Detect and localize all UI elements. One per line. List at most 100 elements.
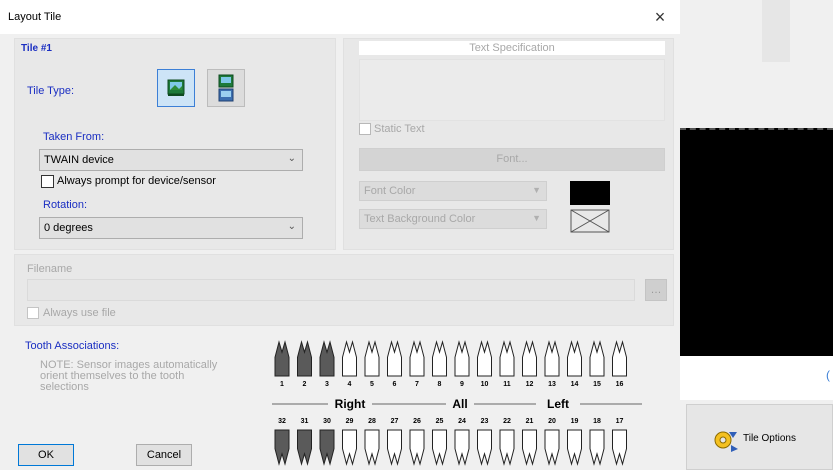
tooth-31[interactable] [297,429,312,466]
always-prompt-checkbox[interactable] [41,175,54,188]
chevron-down-icon: ⌄ [287,153,296,164]
tooth-number: 31 [301,418,309,425]
tooth-27[interactable] [387,429,402,466]
tooth-number: 12 [526,381,534,388]
rotation-select[interactable]: 0 degrees ⌄ [39,217,303,239]
tooth-30[interactable] [319,429,335,466]
tooth-number: 24 [458,418,466,425]
tooth-23[interactable] [477,429,492,466]
text-specification-panel: Text Specification Static Text Font... F… [343,38,674,250]
always-use-file-checkbox[interactable] [27,307,39,319]
tooth-17[interactable] [612,429,627,466]
tooth-number: 6 [393,381,397,388]
tooth-number: 22 [503,418,511,425]
tooth-4[interactable] [342,340,357,377]
no-fill-icon [570,209,610,233]
text-specification-box [359,59,665,121]
gear-icon [714,431,738,452]
tooth-20[interactable] [544,429,560,466]
cancel-button[interactable]: Cancel [136,444,192,466]
left-selector[interactable]: Left [547,397,569,411]
text-specification-header: Text Specification [359,41,665,55]
browse-button[interactable]: … [645,279,667,301]
tooth-11[interactable] [499,340,515,377]
tooth-15[interactable] [589,340,605,377]
tooth-22[interactable] [499,429,515,466]
tooth-10[interactable] [477,340,492,377]
tooth-29[interactable] [342,429,357,466]
tooth-2[interactable] [297,340,312,377]
tooth-1[interactable] [274,340,290,377]
filename-input[interactable] [27,279,635,301]
filename-label: Filename [27,263,73,275]
rotation-label: Rotation: [43,199,88,211]
all-selector[interactable]: All [452,397,467,411]
tooth-number: 25 [436,418,444,425]
tooth-18[interactable] [589,429,605,466]
tooth-3[interactable] [319,340,335,377]
layout-tile-dialog: Layout Tile × Tile #1 Tile Type: Taken F… [0,0,680,470]
tooth-associations-title: Tooth Associations: [25,340,120,352]
font-color-swatch[interactable] [570,181,610,205]
tooth-number: 28 [368,418,376,425]
static-text-checkbox[interactable] [359,123,371,135]
tooth-6[interactable] [387,340,402,377]
chevron-down-icon: ▼ [532,213,541,223]
tooth-12[interactable] [522,340,537,377]
tooth-13[interactable] [544,340,560,377]
tooth-number: 21 [526,418,534,425]
tooth-number: 1 [280,381,284,388]
background-panel [762,0,790,62]
tooth-5[interactable] [364,340,380,377]
always-use-file-label: Always use file [43,307,116,319]
tooth-9[interactable] [454,340,470,377]
always-prompt-label: Always prompt for device/sensor [57,175,216,187]
tooth-number: 4 [348,381,352,388]
font-button[interactable]: Font... [359,148,665,171]
tooth-number: 5 [370,381,374,388]
ok-button[interactable]: OK [18,444,74,466]
taken-from-value: TWAIN device [44,154,114,166]
tile-type-label: Tile Type: [27,85,75,97]
tooth-number: 26 [413,418,421,425]
tooth-7[interactable] [409,340,425,377]
tooth-28[interactable] [364,429,380,466]
tooth-16[interactable] [612,340,627,377]
tooth-number: 16 [616,381,624,388]
tooth-25[interactable] [432,429,447,466]
tooth-24[interactable] [454,429,470,466]
static-text-label: Static Text [374,123,425,135]
right-selector[interactable]: Right [335,397,366,411]
chevron-down-icon: ▼ [532,185,541,195]
taken-from-select[interactable]: TWAIN device ⌄ [39,149,303,171]
tooth-number: 11 [503,381,511,388]
sensor-tile-button[interactable] [207,69,245,107]
tile-options-label: Tile Options [743,433,796,444]
tooth-chart: 1 2 3 4 5 6 7 8 9 10 11 12 13 14 15 16 Right All Left 32 31 3… [270,334,650,470]
image-tile-button[interactable] [157,69,195,107]
font-color-select[interactable]: Font Color ▼ [359,181,547,201]
tooth-number: 13 [548,381,556,388]
tooth-number: 15 [593,381,601,388]
tooth-number: 32 [278,418,286,425]
tile-panel: Tile #1 Tile Type: Taken From: TWAIN dev… [14,38,336,250]
text-background-value: Text Background Color [364,213,476,225]
tooth-number: 14 [571,381,579,388]
background-blue-mark: ( [826,368,830,382]
tooth-32[interactable] [274,429,290,466]
tooth-number: 23 [481,418,489,425]
tooth-26[interactable] [409,429,425,466]
tooth-19[interactable] [567,429,582,466]
tooth-chart-graphic: 1 2 3 4 5 6 7 8 9 10 11 12 13 14 15 16Right All Left32 31 3… [272,340,642,466]
tooth-21[interactable] [522,429,537,466]
tooth-number: 30 [323,418,331,425]
text-background-select[interactable]: Text Background Color ▼ [359,209,547,229]
close-button[interactable]: × [648,6,672,28]
filename-panel: Filename … Always use file [14,254,674,326]
no-fill-swatch[interactable] [570,209,610,233]
tooth-8[interactable] [432,340,447,377]
tooth-number: 10 [481,381,489,388]
tooth-14[interactable] [567,340,582,377]
font-color-value: Font Color [364,185,416,197]
tile-options-button[interactable]: Tile Options [686,404,833,470]
